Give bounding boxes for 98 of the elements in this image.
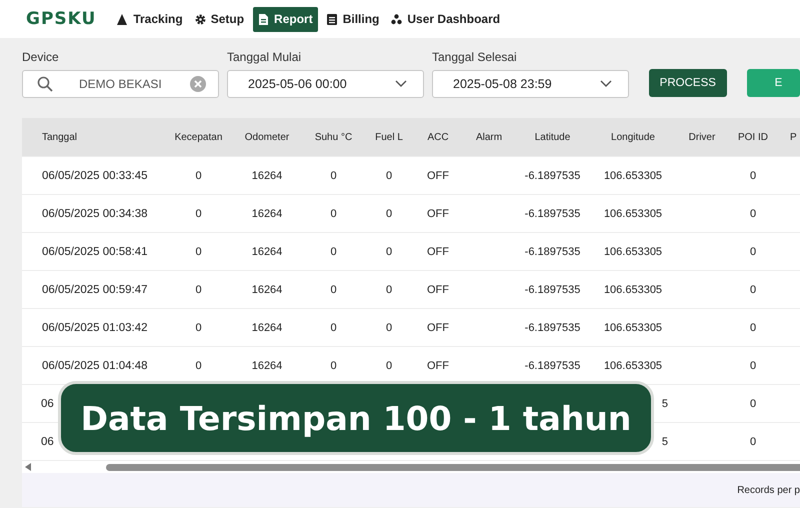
table-cell-text: 0 [748,398,758,410]
table-cell-text: 16264 [250,170,284,182]
table-cell-text: 0 [329,322,338,334]
table-cell-text: -6.1897535 [524,246,582,258]
table-cell-text: 0 [748,360,758,372]
table-cell-text: 0 [329,284,338,296]
column-header: Driver [688,132,716,142]
column-header: Suhu °C [314,132,354,142]
scroll-left-icon [25,463,31,471]
nav-tab[interactable]: Setup [192,6,248,32]
list-icon [326,14,338,24]
table-cell-text: 0 [384,246,394,258]
table-cell-text: 0 [329,208,338,220]
table-cell-text: 16264 [250,208,284,220]
table-cell-text: 0 [384,208,394,220]
table-cell-text: 106.653305 [602,170,664,182]
table-cell-text: 06 [40,398,55,410]
triangle-icon [117,14,128,24]
column-header: Kecepatan [174,132,224,142]
table-cell-text: 0 [748,322,758,334]
table-cell-text: 106.653305 [602,284,664,296]
table-cell-text: 06/05/2025 00:33:45 [41,170,149,182]
table-cell-text: 0 [384,284,394,296]
table-cell-text: 0 [748,170,758,182]
table-cell-text: 106.653305 [602,246,664,258]
search-icon [37,76,53,92]
table-cell-text: 16264 [250,284,284,296]
promo-banner: Data Tersimpan 100 - 1 tahun [58,381,654,455]
caret-icon [395,80,407,88]
column-header: Latitude [534,132,572,142]
field-label: Device [22,50,60,64]
table-cell-text: 16264 [250,360,284,372]
table-cell-text: OFF [426,322,450,334]
table-cell-text: OFF [426,208,450,220]
column-header: ACC [426,132,450,142]
table-cell-text: 0 [194,360,203,372]
table-cell-text: 0 [194,208,203,220]
table-cell-text: 0 [748,436,758,448]
table-cell-text: OFF [426,360,450,372]
table-cell-text: 106.653305 [602,360,664,372]
table-cell-text: 0 [384,170,394,182]
scrollbar-thumb[interactable] [106,464,800,470]
column-header: P [789,132,798,142]
column-header: POI ID [736,132,769,142]
table-cell-text: -6.1897535 [524,284,582,296]
records-per-page-label: Records per p [737,484,800,496]
table-cell-text: 0 [329,170,338,182]
field-label: Tanggal Selesai [432,50,518,64]
caret-icon [600,80,612,88]
nav-tab[interactable]: Report [253,6,318,32]
table-cell-text: 0 [748,246,758,258]
table-cell-text: 0 [748,284,758,296]
table-cell-text: 0 [329,246,338,258]
users-icon [391,14,402,24]
clear-icon [190,76,206,92]
column-header: Alarm [474,132,504,142]
column-header: Tanggal [41,132,78,142]
table-cell-text: 0 [194,284,203,296]
table-cell-text: 0 [194,246,203,258]
table-cell-text: 16264 [250,322,284,334]
nav-tab[interactable]: User Dashboard [388,6,504,32]
table-cell-text: 0 [748,208,758,220]
settings-icon [194,14,206,24]
table-cell-text: 5 [660,436,669,448]
date-dropdown[interactable]: 2025-05-08 23:59 [432,70,629,98]
process-button[interactable]: PROCESS [649,69,727,97]
table-cell-text: 06/05/2025 00:58:41 [41,246,149,258]
column-header: Longitude [610,132,656,142]
table-cell-text: 0 [329,360,338,372]
document-icon [258,14,270,24]
table-cell-text: -6.1897535 [524,208,582,220]
table-cell-text: 0 [384,360,394,372]
table-cell-text: 106.653305 [602,208,664,220]
logo: GPSKU [26,9,96,29]
column-header: Fuel L [374,132,404,142]
search-field[interactable]: DEMO BEKASI [22,70,219,98]
date-dropdown[interactable]: 2025-05-06 00:00 [227,70,424,98]
nav-tab[interactable]: Billing [324,6,382,32]
table-cell-text: OFF [426,246,450,258]
table-cell-text: 0 [194,322,203,334]
table-cell-text: OFF [426,170,450,182]
table-cell-text: 06/05/2025 00:59:47 [41,284,149,296]
table-cell-text: OFF [426,284,450,296]
column-header: Odometer [244,132,290,142]
table-cell-text: -6.1897535 [524,322,582,334]
table-cell-text: 06/05/2025 01:03:42 [41,322,149,334]
table-cell-text: 16264 [250,246,284,258]
nav-tab[interactable]: Tracking [114,6,186,32]
table-cell-text: -6.1897535 [524,170,582,182]
table-cell-text: 06 [40,436,55,448]
table-cell-text: 5 [660,398,669,410]
table-cell-text: 0 [384,322,394,334]
field-label: Tanggal Mulai [227,50,302,64]
table-cell-text: 06/05/2025 01:04:48 [41,360,149,372]
table-cell-text: 106.653305 [602,322,664,334]
table-cell-text: 0 [194,170,203,182]
table-cell-text: -6.1897535 [524,360,582,372]
table-cell-text: 06/05/2025 00:34:38 [41,208,149,220]
